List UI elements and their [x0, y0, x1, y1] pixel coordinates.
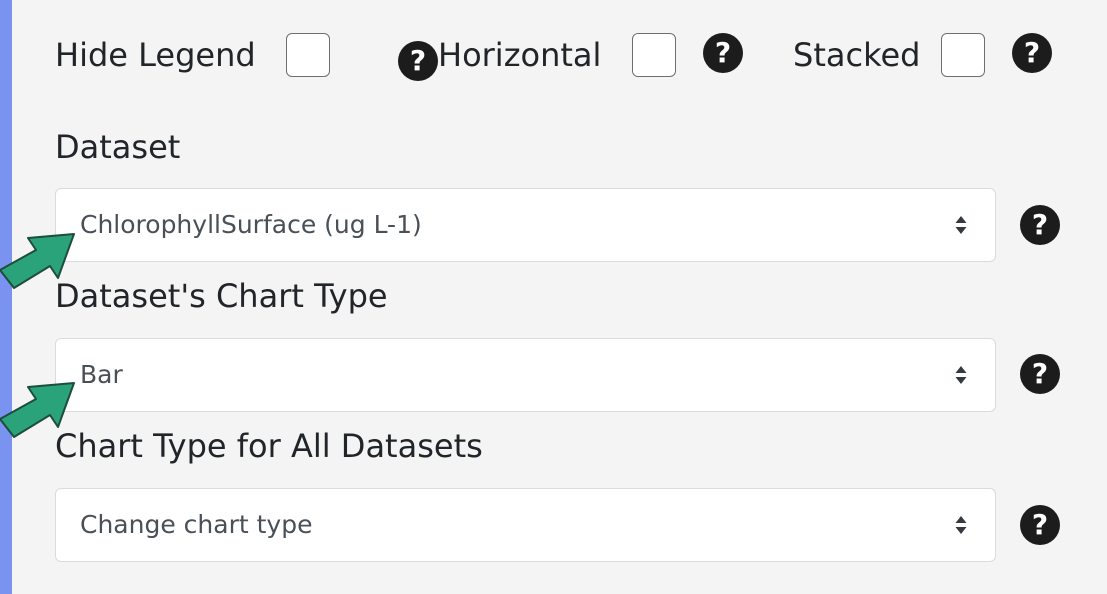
dataset-chart-type-label: Dataset's Chart Type [55, 277, 388, 315]
dataset-select-value: ChlorophyllSurface (ug L-1) [80, 210, 422, 239]
help-icon[interactable]: ? [1012, 33, 1052, 73]
help-icon[interactable]: ? [703, 33, 743, 73]
stacked-checkbox[interactable] [941, 33, 985, 77]
stacked-label: Stacked [793, 36, 921, 74]
select-caret-icon [955, 516, 967, 534]
horizontal-checkbox[interactable] [632, 33, 676, 77]
hide-legend-checkbox[interactable] [286, 33, 330, 77]
dataset-chart-type-select[interactable]: Bar [55, 338, 996, 412]
chart-options-panel: Hide Legend ? Horizontal ? Stacked ? Dat… [12, 0, 1107, 594]
all-chart-type-label: Chart Type for All Datasets [55, 427, 483, 465]
horizontal-label: Horizontal [438, 36, 602, 74]
select-caret-icon [955, 216, 967, 234]
annotation-arrow-icon [0, 382, 75, 438]
help-icon[interactable]: ? [1020, 505, 1060, 545]
select-caret-icon [955, 366, 967, 384]
all-chart-type-select[interactable]: Change chart type [55, 488, 996, 562]
all-chart-type-value: Change chart type [80, 510, 313, 539]
hide-legend-label: Hide Legend [55, 36, 256, 74]
annotation-arrow-icon [0, 233, 75, 289]
help-icon[interactable]: ? [1020, 354, 1060, 394]
dataset-select[interactable]: ChlorophyllSurface (ug L-1) [55, 188, 996, 262]
help-icon[interactable]: ? [398, 41, 438, 81]
dataset-label: Dataset [55, 128, 181, 166]
help-icon[interactable]: ? [1020, 205, 1060, 245]
